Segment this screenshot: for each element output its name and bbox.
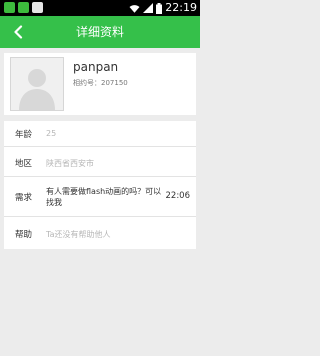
wifi-icon bbox=[129, 4, 140, 13]
default-avatar-icon bbox=[11, 58, 63, 110]
info-row-region: 地区 陕西省西安市 bbox=[4, 147, 196, 177]
info-row-age: 年龄 25 bbox=[4, 121, 196, 147]
username: panpan bbox=[73, 60, 119, 74]
status-bar: 22:19 bbox=[0, 0, 200, 16]
user-id: 相约号：207150 bbox=[73, 79, 128, 87]
avatar[interactable] bbox=[10, 57, 64, 111]
cell-signal-icon bbox=[143, 3, 154, 13]
status-left-icons bbox=[4, 2, 43, 13]
region-value: 陕西省西安市 bbox=[46, 159, 94, 168]
page-title: 详细资料 bbox=[75, 25, 124, 39]
help-value: Ta还没有帮助他人 bbox=[46, 230, 111, 239]
age-value: 25 bbox=[46, 129, 57, 138]
info-list: 年龄 25 地区 陕西省西安市 需求 有人需要做flash动画的吗？可以找我 2… bbox=[4, 121, 196, 249]
profile-card: panpan 相约号：207150 bbox=[4, 53, 196, 115]
title-bar: 详细资料 bbox=[0, 16, 200, 48]
region-label: 地区 bbox=[15, 159, 33, 169]
request-label: 需求 bbox=[15, 193, 33, 203]
request-time: 22:06 bbox=[165, 191, 191, 201]
battery-icon bbox=[156, 2, 163, 14]
info-row-help: 帮助 Ta还没有帮助他人 bbox=[4, 217, 196, 249]
notification-green-icon bbox=[4, 2, 15, 13]
info-row-request[interactable]: 需求 有人需要做flash动画的吗？可以找我 22:06 bbox=[4, 177, 196, 217]
age-label: 年龄 bbox=[15, 130, 33, 140]
request-value: 有人需要做flash动画的吗？可以找我 bbox=[46, 187, 162, 207]
notification-android-icon bbox=[18, 2, 29, 13]
status-right-icons: 22:19 bbox=[129, 1, 197, 15]
help-label: 帮助 bbox=[15, 230, 33, 240]
notification-white-icon bbox=[32, 2, 43, 13]
status-time: 22:19 bbox=[165, 1, 197, 14]
